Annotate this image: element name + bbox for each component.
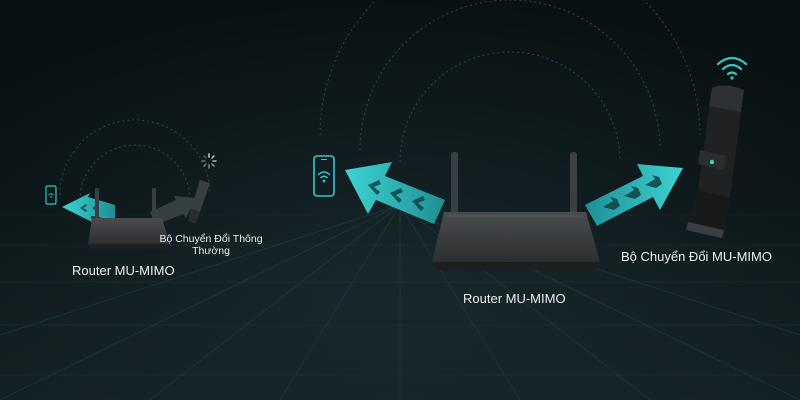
standard-adapter-label: Bộ Chuyển Đổi Thông Thường — [159, 233, 263, 257]
mu-mimo-adapter-label: Bộ Chuyển Đổi MU-MIMO — [621, 249, 772, 264]
center-router-label: Router MU-MIMO — [463, 291, 566, 306]
mu-mimo-comparison-scene: Router MU-MIMO Bộ Chuyển Đổi Thông Thườn… — [0, 0, 800, 400]
illustration — [0, 0, 800, 400]
left-router-label: Router MU-MIMO — [72, 263, 175, 278]
